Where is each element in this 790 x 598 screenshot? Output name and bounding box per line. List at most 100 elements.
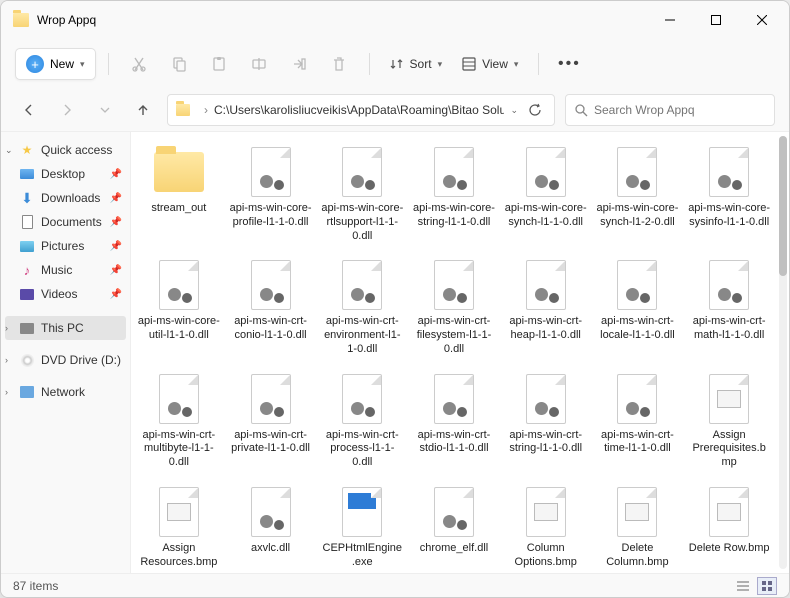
file-item[interactable]: api-ms-win-crt-string-l1-1-0.dll <box>502 367 590 474</box>
sidebar-item-quick-access[interactable]: ⌄★Quick access <box>1 138 130 162</box>
maximize-button[interactable] <box>693 1 739 39</box>
dll-file-icon <box>617 260 657 310</box>
paste-button[interactable] <box>201 48 237 80</box>
sidebar-item-music[interactable]: ♪Music📌 <box>1 258 130 282</box>
search-input[interactable] <box>594 103 766 117</box>
dll-file-icon <box>342 147 382 197</box>
explorer-window: Wrop Appq + New ▾ Sort ▾ View ▾ <box>0 0 790 598</box>
file-item[interactable]: api-ms-win-core-synch-l1-2-0.dll <box>594 140 682 247</box>
file-item[interactable]: Assign Resources.bmp <box>135 480 223 573</box>
share-button[interactable] <box>281 48 317 80</box>
pin-icon: 📌 <box>110 193 122 204</box>
sidebar-item-documents[interactable]: Documents📌 <box>1 210 130 234</box>
file-item[interactable]: api-ms-win-crt-math-l1-1-0.dll <box>685 253 773 360</box>
minimize-button[interactable] <box>647 1 693 39</box>
file-item[interactable]: api-ms-win-core-rtlsupport-l1-1-0.dll <box>318 140 406 247</box>
dll-file-icon <box>434 260 474 310</box>
file-item[interactable]: api-ms-win-crt-locale-l1-1-0.dll <box>594 253 682 360</box>
dll-file-icon <box>709 147 749 197</box>
file-item[interactable]: api-ms-win-core-synch-l1-1-0.dll <box>502 140 590 247</box>
bmp-file-icon <box>526 487 566 537</box>
file-item[interactable]: api-ms-win-crt-process-l1-1-0.dll <box>318 367 406 474</box>
file-item[interactable]: Column Options.bmp <box>502 480 590 573</box>
sidebar-item-desktop[interactable]: Desktop📌 <box>1 162 130 186</box>
file-item[interactable]: api-ms-win-core-string-l1-1-0.dll <box>410 140 498 247</box>
sidebar-item-this-pc[interactable]: ›This PC <box>5 316 126 340</box>
icons-view-button[interactable] <box>757 577 777 595</box>
delete-button[interactable] <box>321 48 357 80</box>
chevron-down-icon: ▾ <box>438 59 443 70</box>
file-name: api-ms-win-crt-multibyte-l1-1-0.dll <box>138 429 220 470</box>
path-input[interactable] <box>214 103 504 117</box>
file-grid[interactable]: stream_outapi-ms-win-core-profile-l1-1-0… <box>131 132 777 573</box>
dll-file-icon <box>617 374 657 424</box>
file-item[interactable]: axvlc.dll <box>227 480 315 573</box>
bmp-file-icon <box>159 487 199 537</box>
file-item[interactable]: api-ms-win-crt-filesystem-l1-1-0.dll <box>410 253 498 360</box>
scrollbar-thumb[interactable] <box>779 136 787 276</box>
file-name: api-ms-win-crt-locale-l1-1-0.dll <box>596 315 678 343</box>
rename-button[interactable] <box>241 48 277 80</box>
details-view-button[interactable] <box>733 577 753 595</box>
file-item[interactable]: Delete Row.bmp <box>685 480 773 573</box>
view-button[interactable]: View ▾ <box>454 57 526 71</box>
file-item[interactable]: Assign Prerequisites.bmp <box>685 367 773 474</box>
dll-file-icon <box>526 374 566 424</box>
file-item[interactable]: api-ms-win-core-sysinfo-l1-1-0.dll <box>685 140 773 247</box>
exe-file-icon <box>342 487 382 537</box>
dll-file-icon <box>526 147 566 197</box>
sidebar-item-pictures[interactable]: Pictures📌 <box>1 234 130 258</box>
new-button[interactable]: + New ▾ <box>15 48 96 80</box>
file-item[interactable]: api-ms-win-crt-heap-l1-1-0.dll <box>502 253 590 360</box>
close-button[interactable] <box>739 1 785 39</box>
dll-file-icon <box>434 147 474 197</box>
bmp-file-icon <box>709 487 749 537</box>
up-button[interactable] <box>129 96 157 124</box>
sidebar-item-videos[interactable]: Videos📌 <box>1 282 130 306</box>
address-bar[interactable]: › ⌄ <box>167 94 555 126</box>
file-item[interactable]: api-ms-win-core-profile-l1-1-0.dll <box>227 140 315 247</box>
dll-file-icon <box>159 374 199 424</box>
new-label: New <box>50 57 74 71</box>
chevron-down-icon[interactable]: ⌄ <box>510 105 518 116</box>
file-name: Assign Prerequisites.bmp <box>688 429 770 470</box>
file-item[interactable]: api-ms-win-crt-private-l1-1-0.dll <box>227 367 315 474</box>
copy-button[interactable] <box>161 48 197 80</box>
file-item[interactable]: api-ms-win-crt-multibyte-l1-1-0.dll <box>135 367 223 474</box>
search-bar[interactable] <box>565 94 775 126</box>
back-button[interactable] <box>15 96 43 124</box>
sidebar-item-network[interactable]: ›Network <box>1 380 130 404</box>
refresh-button[interactable] <box>524 103 546 117</box>
titlebar[interactable]: Wrop Appq <box>1 1 789 39</box>
file-name: api-ms-win-core-sysinfo-l1-1-0.dll <box>688 202 770 230</box>
pin-icon: 📌 <box>110 217 122 228</box>
file-item[interactable]: chrome_elf.dll <box>410 480 498 573</box>
sidebar-item-dvd[interactable]: ›DVD Drive (D:) CCCC <box>1 348 130 372</box>
file-name: Assign Resources.bmp <box>138 542 220 570</box>
forward-button[interactable] <box>53 96 81 124</box>
file-item[interactable]: api-ms-win-core-util-l1-1-0.dll <box>135 253 223 360</box>
file-name: api-ms-win-core-profile-l1-1-0.dll <box>230 202 312 230</box>
file-item[interactable]: api-ms-win-crt-environment-l1-1-0.dll <box>318 253 406 360</box>
sidebar-item-downloads[interactable]: ⬇Downloads📌 <box>1 186 130 210</box>
recent-button[interactable] <box>91 96 119 124</box>
file-item[interactable]: Delete Column.bmp <box>594 480 682 573</box>
sort-button[interactable]: Sort ▾ <box>382 57 451 71</box>
bmp-file-icon <box>709 374 749 424</box>
file-item[interactable]: api-ms-win-crt-conio-l1-1-0.dll <box>227 253 315 360</box>
file-name: api-ms-win-crt-filesystem-l1-1-0.dll <box>413 315 495 356</box>
pin-icon: 📌 <box>110 289 122 300</box>
file-item[interactable]: stream_out <box>135 140 223 247</box>
file-item[interactable]: api-ms-win-crt-stdio-l1-1-0.dll <box>410 367 498 474</box>
file-name: CEPHtmlEngine.exe <box>321 542 403 570</box>
file-name: api-ms-win-core-synch-l1-2-0.dll <box>596 202 678 230</box>
file-name: api-ms-win-crt-conio-l1-1-0.dll <box>230 315 312 343</box>
dll-file-icon <box>617 147 657 197</box>
pin-icon: 📌 <box>110 241 122 252</box>
file-item[interactable]: CEPHtmlEngine.exe <box>318 480 406 573</box>
more-button[interactable]: ••• <box>551 48 587 80</box>
file-name: Delete Row.bmp <box>689 542 770 556</box>
folder-icon <box>13 13 29 27</box>
cut-button[interactable] <box>121 48 157 80</box>
file-item[interactable]: api-ms-win-crt-time-l1-1-0.dll <box>594 367 682 474</box>
